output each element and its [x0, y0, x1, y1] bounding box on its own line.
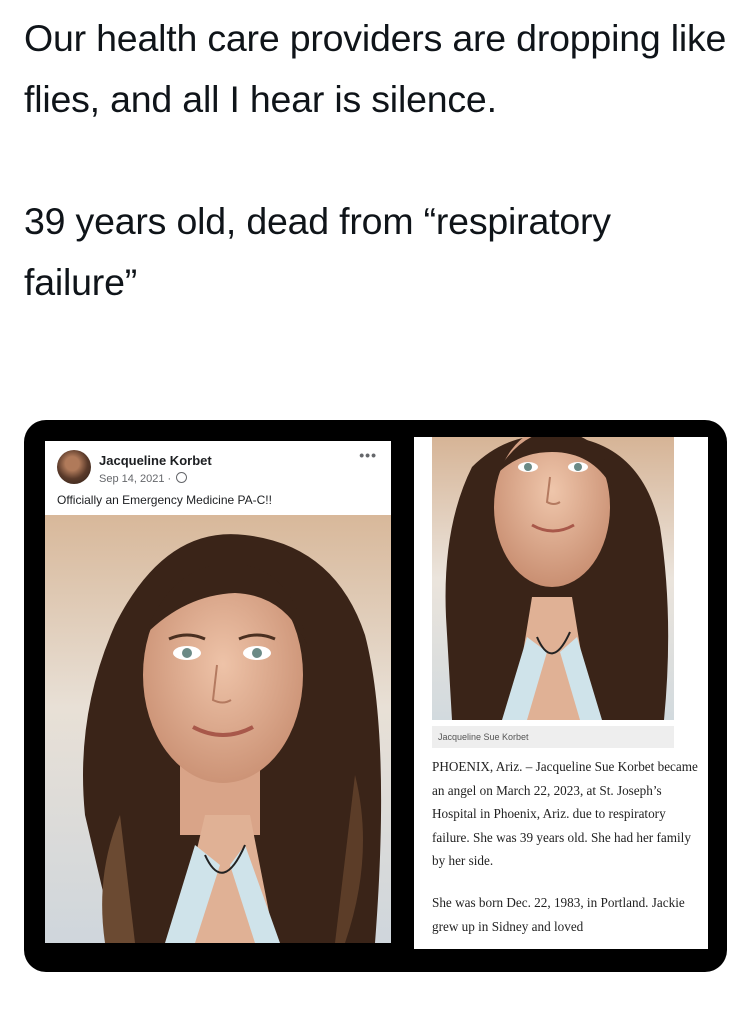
avatar: [57, 450, 91, 484]
tweet-media-image[interactable]: Jacqueline Korbet Sep 14, 2021 · ••• Off…: [24, 420, 727, 972]
obituary-paragraph: She was born Dec. 22, 1983, in Portland.…: [432, 894, 685, 934]
tweet-text: Our health care providers are dropping l…: [24, 8, 729, 313]
photo-caption: Jacqueline Sue Korbet: [432, 726, 674, 748]
post-caption: Officially an Emergency Medicine PA-C!!: [57, 493, 272, 507]
globe-icon: [176, 472, 188, 483]
post-date: Sep 14, 2021 ·: [99, 472, 188, 485]
post-author-name: Jacqueline Korbet: [99, 453, 212, 468]
obituary-text: PHOENIX, Ariz. – Jacqueline Sue Korbet b…: [432, 755, 700, 938]
obituary-screenshot: Jacqueline Sue Korbet PHOENIX, Ariz. – J…: [414, 437, 708, 949]
facebook-post-header: Jacqueline Korbet Sep 14, 2021 · ••• Off…: [45, 441, 391, 515]
obituary-paragraph: PHOENIX, Ariz. – Jacqueline Sue Korbet b…: [432, 759, 698, 869]
portrait-photo: [45, 515, 391, 943]
more-options-icon: •••: [359, 447, 377, 463]
obituary-photo: [432, 437, 674, 720]
facebook-post-screenshot: Jacqueline Korbet Sep 14, 2021 · ••• Off…: [45, 441, 391, 943]
tweet-paragraph: 39 years old, dead from “respiratory fai…: [24, 200, 611, 303]
post-date-text: Sep 14, 2021 ·: [99, 473, 172, 485]
tweet-paragraph: Our health care providers are dropping l…: [24, 17, 727, 120]
